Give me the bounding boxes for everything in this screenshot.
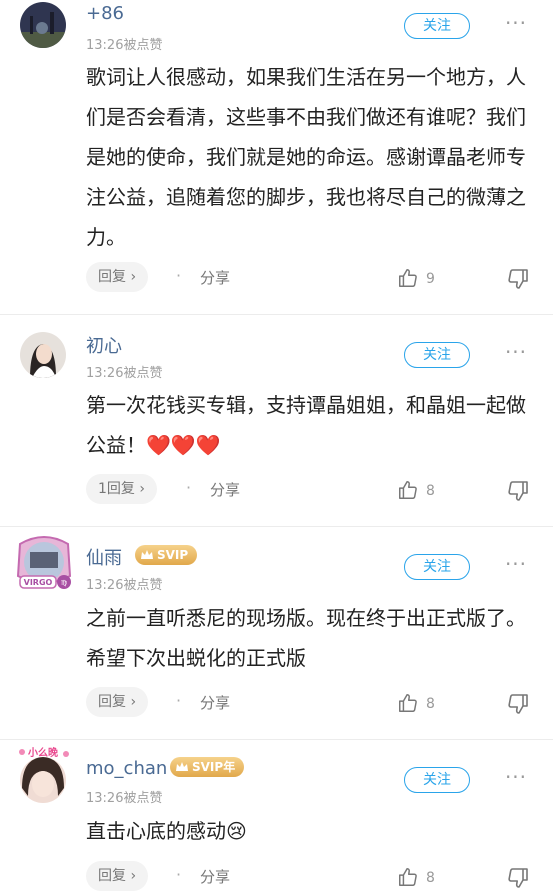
separator-dot: ·: [186, 478, 192, 497]
thumbs-down-icon[interactable]: [506, 479, 530, 503]
comment-text-body: 直击心底的感动: [86, 819, 226, 843]
crown-icon: [141, 550, 153, 559]
svip-badge: SVIP: [135, 545, 198, 565]
svip-badge-label: SVIP年: [192, 760, 236, 774]
avatar[interactable]: VIRGO ♍: [12, 530, 76, 594]
user-name[interactable]: 仙雨: [86, 544, 122, 570]
follow-button[interactable]: 关注: [404, 767, 470, 793]
user-name[interactable]: +86: [86, 3, 124, 24]
share-button[interactable]: 分享: [200, 866, 230, 887]
divider: [0, 739, 553, 740]
avatar[interactable]: [20, 2, 66, 48]
thumbs-up-icon[interactable]: [397, 866, 419, 888]
avatar-image: [20, 332, 66, 378]
svg-text:小么晚: 小么晚: [27, 746, 58, 759]
reply-button[interactable]: 回复 ›: [86, 861, 149, 891]
timestamp: 13:26被点赞: [86, 366, 163, 381]
like-count: 8: [426, 483, 435, 499]
avatar-image: 小么晚: [19, 746, 69, 803]
thumbs-down-icon[interactable]: [506, 692, 530, 716]
avatar-frame-virgo: VIRGO ♍: [16, 536, 72, 589]
thumbs-up-icon[interactable]: [397, 479, 419, 501]
svip-badge-label: SVIP: [157, 548, 189, 562]
like-count: 9: [426, 271, 435, 287]
crown-icon: [176, 762, 188, 771]
user-name[interactable]: mo_chan: [86, 758, 167, 779]
thumbs-up-icon[interactable]: [397, 267, 419, 289]
reply-button[interactable]: 1回复 ›: [86, 474, 157, 504]
user-name[interactable]: 初心: [86, 332, 122, 358]
thumbs-up-icon[interactable]: [397, 692, 419, 714]
avatar[interactable]: [20, 332, 66, 378]
more-options-icon[interactable]: ···: [503, 767, 529, 794]
like-count: 8: [426, 870, 435, 886]
thumbs-down-icon[interactable]: [506, 866, 530, 890]
avatar-image: [20, 2, 66, 48]
more-options-icon[interactable]: ···: [503, 342, 529, 369]
svg-text:VIRGO: VIRGO: [24, 578, 53, 587]
follow-button[interactable]: 关注: [404, 554, 470, 580]
share-button[interactable]: 分享: [200, 267, 230, 288]
comment-text: 直击心底的感动😢: [86, 811, 536, 851]
more-options-icon[interactable]: ···: [503, 13, 529, 40]
avatar[interactable]: 小么晚: [14, 744, 72, 808]
reply-button[interactable]: 回复 ›: [86, 262, 149, 292]
svg-text:♍: ♍: [61, 579, 68, 587]
reply-button[interactable]: 回复 ›: [86, 687, 149, 717]
like-count: 8: [426, 696, 435, 712]
crying-emoji: 😢: [226, 819, 247, 843]
separator-dot: ·: [176, 691, 182, 710]
follow-button[interactable]: 关注: [404, 13, 470, 39]
divider: [0, 526, 553, 527]
follow-button[interactable]: 关注: [404, 342, 470, 368]
heart-emoji: ❤️❤️❤️: [146, 433, 221, 457]
thumbs-down-icon[interactable]: [506, 267, 530, 291]
share-button[interactable]: 分享: [200, 692, 230, 713]
divider: [0, 314, 553, 315]
more-options-icon[interactable]: ···: [503, 554, 529, 581]
timestamp: 13:26被点赞: [86, 791, 163, 806]
timestamp: 13:26被点赞: [86, 578, 163, 593]
svip-badge: SVIP年: [170, 757, 245, 777]
separator-dot: ·: [176, 865, 182, 884]
separator-dot: ·: [176, 266, 182, 285]
share-button[interactable]: 分享: [210, 479, 240, 500]
comment-text: 歌词让人很感动，如果我们生活在另一个地方，人们是否会看清，这些事不由我们做还有谁…: [86, 65, 526, 249]
comment-text: 之前一直听悉尼的现场版。现在终于出正式版了。希望下次出蜕化的正式版: [86, 606, 526, 670]
timestamp: 13:26被点赞: [86, 38, 163, 53]
comment-text: 第一次花钱买专辑，支持谭晶姐姐，和晶姐一起做公益！❤️❤️❤️: [86, 385, 536, 465]
